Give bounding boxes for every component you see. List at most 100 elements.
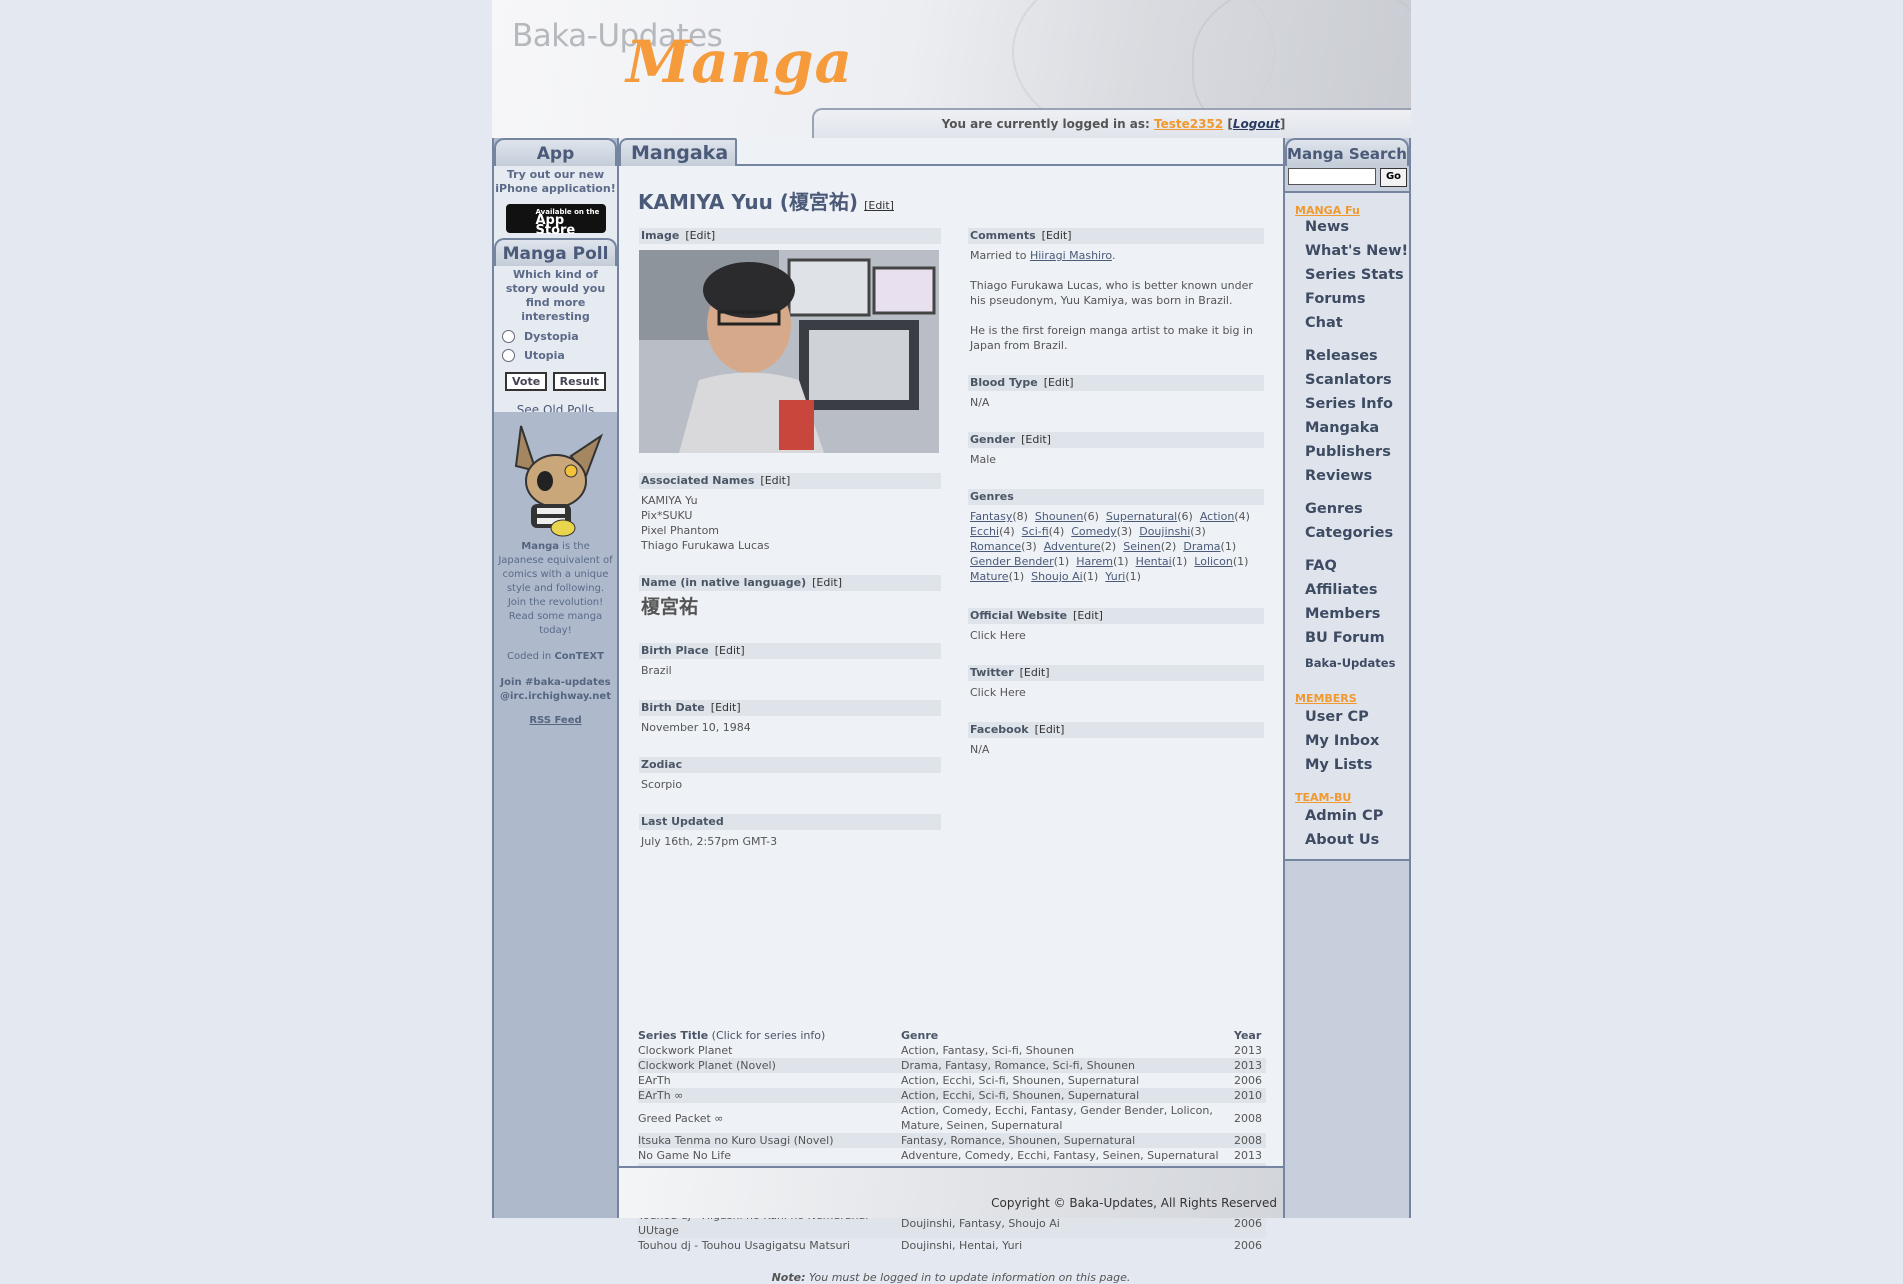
nav-series-info[interactable]: Series Info [1305, 396, 1393, 412]
edit-gender-link[interactable]: [Edit] [1021, 433, 1051, 446]
nav-genres[interactable]: Genres [1305, 501, 1363, 517]
series-title[interactable]: Clockwork Planet [638, 1043, 901, 1058]
nav-group-members[interactable]: MEMBERS [1295, 692, 1357, 705]
genre-link[interactable]: Harem [1076, 555, 1113, 568]
genre-link[interactable]: Ecchi [970, 525, 999, 538]
genre-link[interactable]: Adventure [1044, 540, 1101, 553]
edit-name-link[interactable]: [Edit] [864, 199, 894, 212]
genre-link[interactable]: Fantasy [970, 510, 1012, 523]
series-title[interactable]: Touhou dj - Touhou Usagigatsu Matsuri [638, 1238, 901, 1253]
app-store-badge[interactable]: Available on the App Store [505, 204, 606, 237]
edit-native-link[interactable]: [Edit] [812, 576, 842, 589]
genre-link[interactable]: Seinen [1123, 540, 1161, 553]
rss-feed-link[interactable]: RSS Feed [529, 715, 581, 726]
genre-link[interactable]: Gender Bender [970, 555, 1054, 568]
search-input[interactable] [1288, 168, 1376, 185]
genre-count: (4) [1234, 510, 1250, 523]
genre-link[interactable]: Mature [970, 570, 1009, 583]
edit-website-link[interactable]: [Edit] [1073, 609, 1103, 622]
edit-comments-link[interactable]: [Edit] [1042, 229, 1072, 242]
nav-chat[interactable]: Chat [1305, 315, 1343, 331]
series-row[interactable]: EArTh Action, Ecchi, Sci-fi, Shounen, Sup… [638, 1073, 1266, 1088]
genre-link[interactable]: Hentai [1136, 555, 1172, 568]
birth-date-label: Birth Date [641, 701, 705, 714]
nav-mangaka[interactable]: Mangaka [1305, 420, 1379, 436]
genre-link[interactable]: Comedy [1071, 525, 1116, 538]
nav-admin-cp[interactable]: Admin CP [1305, 808, 1383, 824]
birth-place: Brazil [641, 664, 672, 677]
nav-reviews[interactable]: Reviews [1305, 468, 1372, 484]
series-row[interactable]: Greed Packet ∞ Action, Comedy, Ecchi, Fan… [638, 1103, 1266, 1133]
nav-forums[interactable]: Forums [1305, 291, 1366, 307]
nav-publishers[interactable]: Publishers [1305, 444, 1391, 460]
genre-link[interactable]: Shounen [1035, 510, 1083, 523]
twitter-link[interactable]: Click Here [968, 681, 1264, 700]
genre-link[interactable]: Yuri [1105, 570, 1125, 583]
nav-baka-updates[interactable]: Baka-Updates [1305, 656, 1395, 670]
edit-facebook-link[interactable]: [Edit] [1035, 723, 1065, 736]
series-row[interactable]: Clockwork Planet Action, Fantasy, Sci-fi,… [638, 1043, 1266, 1058]
nav-about-us[interactable]: About Us [1305, 832, 1379, 848]
genre-count: (1) [1053, 555, 1070, 568]
coded-in-text: Coded in [507, 651, 555, 662]
nav-user-cp[interactable]: User CP [1305, 709, 1369, 725]
genre-link[interactable]: Shoujo Ai [1031, 570, 1083, 583]
series-genre: Doujinshi, Hentai, Yuri [901, 1239, 1023, 1252]
nav-series-stats[interactable]: Series Stats [1305, 267, 1404, 283]
series-table: Series Title (Click for series info) Gen… [638, 1028, 1266, 1253]
edit-birth-place-link[interactable]: [Edit] [715, 644, 745, 657]
nav-bu-forum[interactable]: BU Forum [1305, 630, 1385, 646]
genre-link[interactable]: Action [1200, 510, 1234, 523]
vote-button[interactable]: Vote [504, 372, 548, 391]
result-button[interactable]: Result [552, 372, 607, 391]
spouse-link[interactable]: Hiiragi Mashiro [1030, 249, 1112, 262]
series-row[interactable]: Touhou dj - Touhou Usagigatsu Matsuri Dou… [638, 1238, 1266, 1253]
edit-birth-date-link[interactable]: [Edit] [711, 701, 741, 714]
site-logo-manga[interactable]: Manga [626, 28, 853, 96]
nav-scanlators[interactable]: Scanlators [1305, 372, 1392, 388]
edit-image-link[interactable]: [Edit] [685, 229, 715, 242]
series-title[interactable]: Clockwork Planet (Novel) [638, 1058, 901, 1073]
nav-my-inbox[interactable]: My Inbox [1305, 733, 1379, 749]
genre-link[interactable]: Doujinshi [1139, 525, 1190, 538]
series-row[interactable]: EArTh ∞ Action, Ecchi, Sci-fi, Shounen, S… [638, 1088, 1266, 1103]
series-row[interactable]: No Game No Life Adventure, Comedy, Ecchi,… [638, 1148, 1266, 1163]
poll-option-utopia[interactable]: Utopia [502, 349, 617, 362]
series-title[interactable]: EArTh ∞ [638, 1088, 901, 1103]
nav-members[interactable]: Members [1305, 606, 1380, 622]
genre-link[interactable]: Drama [1183, 540, 1220, 553]
genre-link[interactable]: Sci-fi [1022, 525, 1049, 538]
nav-my-lists[interactable]: My Lists [1305, 757, 1372, 773]
series-title[interactable]: No Game No Life [638, 1148, 901, 1163]
radio-button[interactable] [502, 330, 515, 343]
logout-link[interactable]: Logout [1233, 117, 1280, 131]
genre-link[interactable]: Supernatural [1106, 510, 1177, 523]
edit-associated-link[interactable]: [Edit] [760, 474, 790, 487]
website-link[interactable]: Click Here [968, 624, 1264, 643]
series-title[interactable]: EArTh [638, 1073, 901, 1088]
nav-affiliates[interactable]: Affiliates [1305, 582, 1378, 598]
genre-link[interactable]: Romance [970, 540, 1021, 553]
series-title[interactable]: Greed Packet ∞ [638, 1103, 901, 1133]
nav-categories[interactable]: Categories [1305, 525, 1393, 541]
series-row[interactable]: Clockwork Planet (Novel) Drama, Fantasy, … [638, 1058, 1266, 1073]
nav-whats-new[interactable]: What's New! [1305, 243, 1408, 259]
genre-link[interactable]: Lolicon [1194, 555, 1233, 568]
nav-faq[interactable]: FAQ [1305, 558, 1337, 574]
manga-word: Manga [521, 541, 559, 552]
username-link[interactable]: Teste2352 [1154, 117, 1223, 131]
search-go-button[interactable]: Go [1380, 168, 1407, 187]
poll-option-dystopia[interactable]: Dystopia [502, 330, 617, 343]
genre-count: (3) [1021, 540, 1037, 553]
series-title[interactable]: Itsuka Tenma no Kuro Usagi (Novel) [638, 1133, 901, 1148]
radio-button[interactable] [502, 349, 515, 362]
edit-twitter-link[interactable]: [Edit] [1020, 666, 1050, 679]
genre-list: Fantasy(8) Shounen(6) Supernatural(6) Ac… [968, 505, 1264, 584]
nav-releases[interactable]: Releases [1305, 348, 1378, 364]
site-header: Baka-Updates Manga You are currently log… [492, 0, 1411, 138]
nav-news[interactable]: News [1305, 219, 1349, 235]
series-row[interactable]: Itsuka Tenma no Kuro Usagi (Novel) Fantas… [638, 1133, 1266, 1148]
edit-blood-type-link[interactable]: [Edit] [1044, 376, 1074, 389]
nav-group-team-bu[interactable]: TEAM-BU [1295, 791, 1351, 804]
nav-group-manga-fu[interactable]: MANGA Fu [1295, 204, 1360, 217]
